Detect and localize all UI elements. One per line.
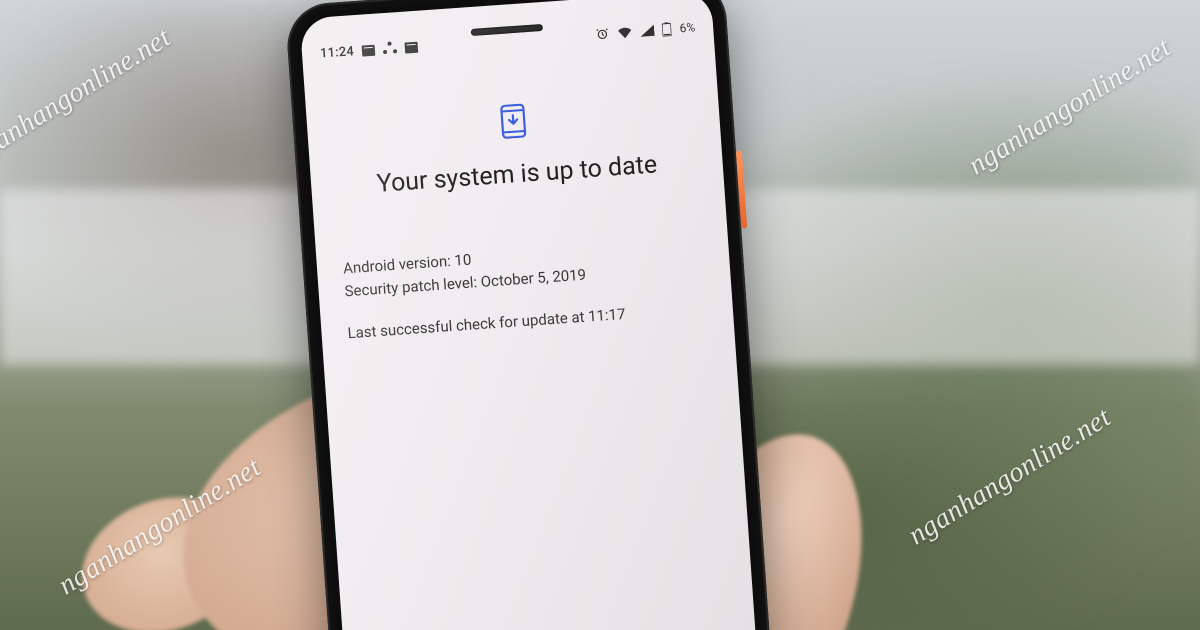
battery-icon	[662, 22, 672, 37]
wifi-icon	[617, 26, 633, 39]
update-title: Your system is up to date	[336, 148, 697, 202]
system-update-icon	[332, 92, 693, 151]
battery-percent: 6%	[679, 20, 695, 35]
mail-icon	[362, 44, 376, 56]
alarm-icon	[595, 26, 610, 41]
photo-scene: 11:24	[0, 0, 1200, 630]
dots-icon	[382, 41, 397, 56]
mail-icon	[404, 41, 418, 53]
phone-screen[interactable]: 11:24	[300, 0, 762, 630]
signal-icon	[640, 24, 655, 37]
phone: 11:24	[285, 0, 777, 630]
system-update-panel: Your system is up to date Android versio…	[305, 70, 733, 347]
status-time: 11:24	[320, 44, 355, 61]
